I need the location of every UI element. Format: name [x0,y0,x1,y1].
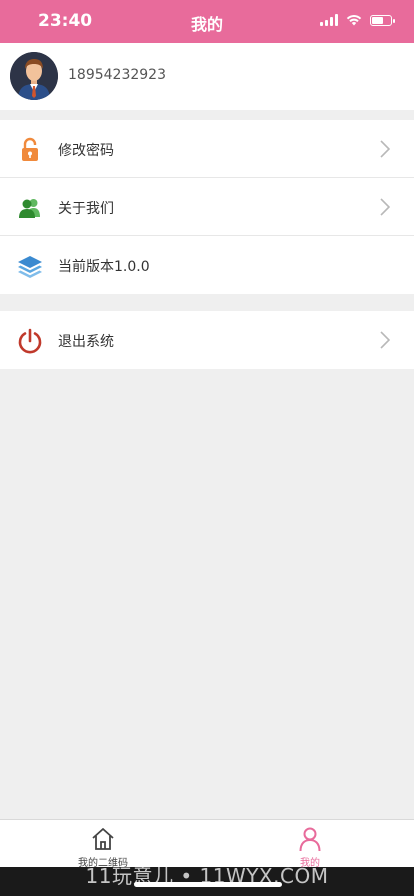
signal-icon [320,14,338,26]
menu-item-version: 当前版本1.0.0 [0,236,414,294]
watermark-text: 11玩意儿 • 11WYX.COM [85,864,329,888]
lock-icon [22,137,38,161]
menu-item-label: 退出系统 [58,334,114,350]
chevron-right-icon [380,140,390,158]
avatar-person-icon [10,52,58,100]
version-label: 当前版本1.0.0 [58,259,150,275]
power-icon [18,328,42,354]
battery-icon [370,14,395,26]
menu-item-label: 关于我们 [58,201,114,217]
phone-number: 18954232923 [68,67,166,83]
status-icons [320,14,395,26]
chevron-right-icon [380,331,390,349]
profile-card[interactable]: 18954232923 [0,43,414,110]
users-icon [19,199,40,218]
header-bar: 23:40 我的 [0,0,414,43]
wifi-icon [346,15,362,26]
menu-item-logout[interactable]: 退出系统 [0,311,414,369]
menu-group-account: 修改密码 关于我们 当前版本1.0.0 [0,120,414,294]
menu-item-about-us[interactable]: 关于我们 [0,178,414,236]
menu-item-change-password[interactable]: 修改密码 [0,120,414,178]
home-icon [92,828,114,850]
menu-item-label: 修改密码 [58,143,114,159]
menu-group-system: 退出系统 [0,311,414,369]
person-icon [299,827,321,852]
chevron-right-icon [380,198,390,216]
layers-icon [18,256,42,278]
avatar [10,52,58,100]
